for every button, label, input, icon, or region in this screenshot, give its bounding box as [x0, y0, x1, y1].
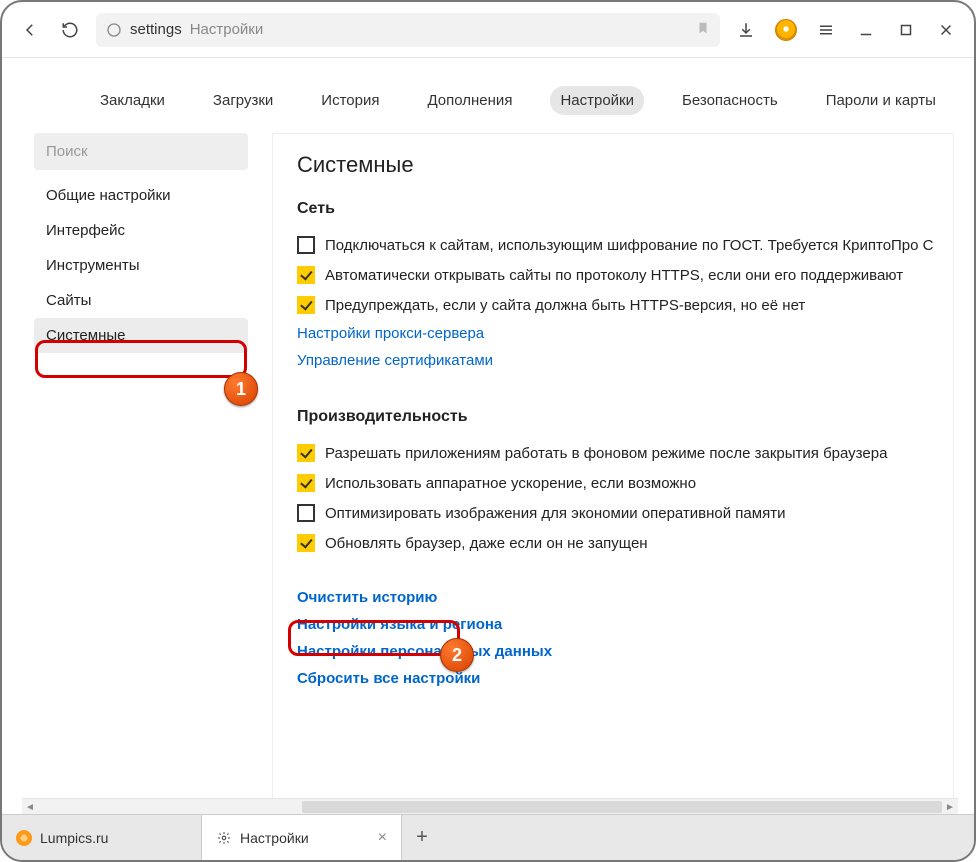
- link-clear-history[interactable]: Очистить историю: [297, 584, 953, 611]
- browser-window: settings Настройки Закладки Загрузки Ист…: [0, 0, 976, 862]
- section-network-title: Сеть: [297, 200, 953, 218]
- tab-strip: Lumpics.ru Настройки × +: [2, 814, 974, 860]
- downloads-icon[interactable]: [732, 16, 760, 44]
- tab-settings[interactable]: Настройки ×: [202, 815, 402, 860]
- url-sub: Настройки: [190, 21, 264, 38]
- settings-nav: Закладки Загрузки История Дополнения Нас…: [2, 58, 974, 133]
- checkbox-icon[interactable]: [297, 266, 315, 284]
- sidebar: Поиск Общие настройки Интерфейс Инструме…: [34, 133, 248, 809]
- nav-settings[interactable]: Настройки: [550, 86, 644, 115]
- sidebar-item-tools[interactable]: Инструменты: [34, 248, 248, 283]
- window-minimize-icon[interactable]: [852, 16, 880, 44]
- sidebar-list: Общие настройки Интерфейс Инструменты Са…: [34, 178, 248, 353]
- scroll-right-icon[interactable]: ►: [942, 799, 958, 815]
- checkbox-icon[interactable]: [297, 236, 315, 254]
- tab-lumpics[interactable]: Lumpics.ru: [2, 815, 202, 860]
- sidebar-item-sites[interactable]: Сайты: [34, 283, 248, 318]
- check-hwaccel[interactable]: Использовать аппаратное ускорение, если …: [297, 468, 953, 498]
- sidebar-item-system[interactable]: Системные: [34, 318, 248, 353]
- nav-addons[interactable]: Дополнения: [417, 86, 522, 115]
- gear-icon: [216, 830, 232, 846]
- callout-badge-1: 1: [224, 372, 258, 406]
- tab-label: Lumpics.ru: [40, 830, 108, 846]
- site-icon: [106, 22, 122, 38]
- checkbox-icon[interactable]: [297, 504, 315, 522]
- page-title: Системные: [297, 152, 953, 178]
- profile-icon[interactable]: [772, 16, 800, 44]
- bookmark-icon[interactable]: [696, 20, 710, 40]
- browser-toolbar: settings Настройки: [2, 2, 974, 58]
- link-language[interactable]: Настройки языка и региона: [297, 611, 953, 638]
- tab-label: Настройки: [240, 830, 309, 846]
- checkbox-icon[interactable]: [297, 296, 315, 314]
- check-update[interactable]: Обновлять браузер, даже если он не запущ…: [297, 528, 953, 558]
- favicon-icon: [16, 830, 32, 846]
- new-tab-button[interactable]: +: [402, 815, 442, 860]
- address-bar[interactable]: settings Настройки: [96, 13, 720, 47]
- link-proxy[interactable]: Настройки прокси-сервера: [297, 320, 953, 347]
- checkbox-icon[interactable]: [297, 474, 315, 492]
- window-maximize-icon[interactable]: [892, 16, 920, 44]
- check-label: Подключаться к сайтам, использующим шифр…: [325, 237, 934, 254]
- callout-badge-2: 2: [440, 638, 474, 672]
- check-label: Использовать аппаратное ускорение, если …: [325, 475, 696, 492]
- content: Системные Сеть Подключаться к сайтам, ис…: [272, 133, 954, 809]
- window-close-icon[interactable]: [932, 16, 960, 44]
- sidebar-item-general[interactable]: Общие настройки: [34, 178, 248, 213]
- back-icon[interactable]: [16, 16, 44, 44]
- check-background[interactable]: Разрешать приложениям работать в фоновом…: [297, 438, 953, 468]
- nav-bookmarks[interactable]: Закладки: [90, 86, 175, 115]
- check-gost[interactable]: Подключаться к сайтам, использующим шифр…: [297, 230, 953, 260]
- nav-passwords[interactable]: Пароли и карты: [816, 86, 946, 115]
- check-https-warn[interactable]: Предупреждать, если у сайта должна быть …: [297, 290, 953, 320]
- check-label: Обновлять браузер, даже если он не запущ…: [325, 535, 648, 552]
- tab-close-icon[interactable]: ×: [378, 829, 387, 847]
- main-area: Поиск Общие настройки Интерфейс Инструме…: [2, 133, 974, 809]
- nav-security[interactable]: Безопасность: [672, 86, 788, 115]
- link-certs[interactable]: Управление сертификатами: [297, 347, 953, 374]
- check-label: Автоматически открывать сайты по протоко…: [325, 267, 903, 284]
- check-optimize-img[interactable]: Оптимизировать изображения для экономии …: [297, 498, 953, 528]
- check-label: Разрешать приложениям работать в фоновом…: [325, 445, 887, 462]
- link-reset[interactable]: Сбросить все настройки: [297, 665, 953, 692]
- section-perf-title: Производительность: [297, 408, 953, 426]
- link-personal-data[interactable]: Настройки персональных данных: [297, 638, 953, 665]
- check-label: Оптимизировать изображения для экономии …: [325, 505, 785, 522]
- nav-downloads[interactable]: Загрузки: [203, 86, 283, 115]
- nav-history[interactable]: История: [311, 86, 389, 115]
- url-main: settings: [130, 21, 182, 38]
- horizontal-scrollbar[interactable]: ◄ ►: [22, 798, 958, 814]
- check-label: Предупреждать, если у сайта должна быть …: [325, 297, 805, 314]
- scroll-left-icon[interactable]: ◄: [22, 799, 38, 815]
- menu-icon[interactable]: [812, 16, 840, 44]
- check-https-auto[interactable]: Автоматически открывать сайты по протоко…: [297, 260, 953, 290]
- checkbox-icon[interactable]: [297, 444, 315, 462]
- scroll-thumb[interactable]: [302, 801, 942, 813]
- sidebar-item-interface[interactable]: Интерфейс: [34, 213, 248, 248]
- search-input[interactable]: Поиск: [34, 133, 248, 170]
- reload-icon[interactable]: [56, 16, 84, 44]
- checkbox-icon[interactable]: [297, 534, 315, 552]
